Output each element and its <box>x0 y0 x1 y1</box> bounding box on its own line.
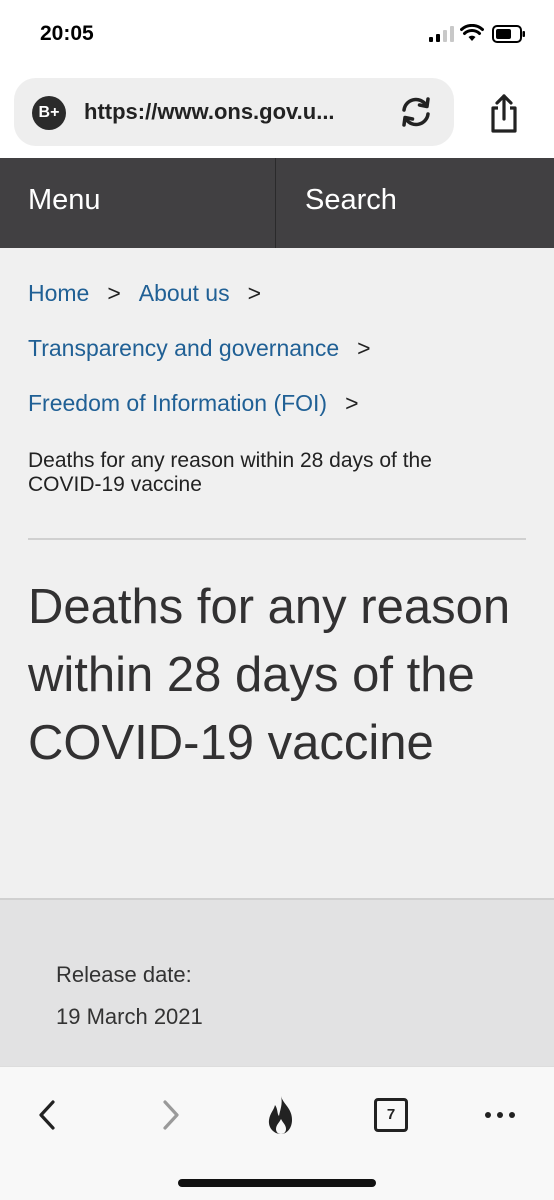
share-icon[interactable] <box>484 92 524 134</box>
tabs-button[interactable]: 7 <box>374 1098 408 1132</box>
breadcrumb-separator: > <box>247 280 262 306</box>
menu-label: Menu <box>28 184 101 216</box>
more-button[interactable] <box>478 1093 522 1137</box>
back-icon <box>39 1100 55 1130</box>
breadcrumb-row-1: Home > About us > <box>28 280 279 307</box>
battery-icon <box>492 25 525 43</box>
breadcrumb-separator: > <box>357 335 371 361</box>
signal-icon <box>429 26 454 42</box>
page-header: Home > About us > Transparency and governan… <box>0 248 554 898</box>
wifi-icon <box>460 24 484 41</box>
breadcrumb-home-link[interactable]: Home <box>28 280 89 306</box>
reload-icon[interactable] <box>397 93 435 131</box>
site-navbar: Menu Search <box>0 158 554 248</box>
breadcrumb-separator: > <box>107 280 121 306</box>
breadcrumb-current: Deaths for any reason within 28 days of … <box>28 449 432 496</box>
menu-button[interactable]: Menu <box>0 158 276 248</box>
flame-icon <box>268 1096 292 1134</box>
status-bar: 20:05 <box>0 0 554 70</box>
breadcrumb-row-2: Transparency and governance > <box>28 335 389 362</box>
breadcrumb-transparency-link[interactable]: Transparency and governance <box>28 335 339 361</box>
breadcrumb-row-3: Freedom of Information (FOI) > <box>28 390 377 417</box>
status-time: 20:05 <box>40 22 94 45</box>
url-text[interactable]: https://www.ons.gov.u... <box>84 99 335 125</box>
more-icon <box>485 1112 515 1118</box>
browser-toolbar: 7 <box>0 1066 554 1200</box>
burn-button[interactable] <box>259 1093 303 1137</box>
breadcrumb-separator: > <box>345 390 359 416</box>
search-label: Search <box>305 184 397 216</box>
forward-button[interactable] <box>148 1093 192 1137</box>
address-bar[interactable]: B+ https://www.ons.gov.u... <box>14 78 454 146</box>
page-title: Deaths for any reason within 28 days of … <box>28 580 511 770</box>
release-info: Release date: 19 March 2021 <box>0 898 554 1068</box>
breadcrumb-foi-link[interactable]: Freedom of Information (FOI) <box>28 390 327 416</box>
release-date-label: Release date: <box>56 962 192 987</box>
breadcrumb-about-us-link[interactable]: About us <box>139 280 230 306</box>
divider <box>28 538 526 540</box>
release-date-value: 19 March 2021 <box>56 1004 203 1029</box>
back-button[interactable] <box>26 1093 70 1137</box>
home-indicator <box>178 1179 376 1187</box>
browser-badge-icon[interactable]: B+ <box>32 96 66 130</box>
forward-icon <box>163 1100 179 1130</box>
search-button[interactable]: Search <box>277 158 554 248</box>
